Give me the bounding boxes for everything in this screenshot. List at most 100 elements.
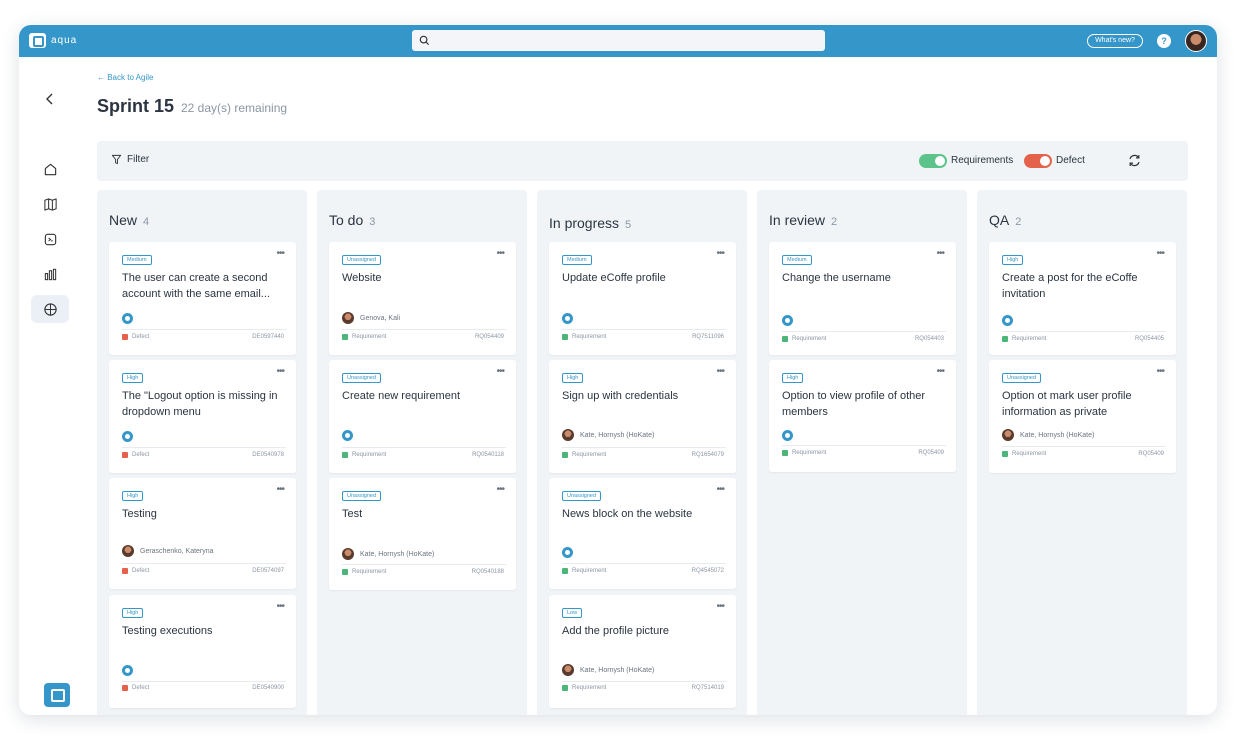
card-assignee[interactable] [342,430,353,441]
more-options-icon[interactable]: ••• [496,366,504,377]
assignee-avatar [342,312,354,324]
more-options-icon[interactable]: ••• [1156,248,1164,259]
aqua-footer-logo-icon[interactable] [44,683,70,707]
task-card[interactable]: High ••• The "Logout option is missing i… [109,360,296,473]
card-assignee[interactable] [782,315,793,326]
task-card[interactable]: Unassigned ••• Create new requirement Re… [329,360,516,473]
card-assignee[interactable] [782,430,793,441]
task-card[interactable]: Unassigned ••• Website Genova, Kali Requ… [329,242,516,355]
search-input[interactable] [412,30,825,51]
requirement-type-icon [562,334,568,340]
card-id: RQ054403 [914,336,944,342]
task-card[interactable]: High ••• Testing executions Defect DE054… [109,595,296,708]
sidebar-item-home[interactable] [31,155,69,183]
task-card[interactable]: Medium ••• Change the username Requireme… [769,242,956,355]
card-assignee[interactable] [562,547,573,558]
task-card[interactable]: High ••• Option to view profile of other… [769,360,956,472]
column-count: 3 [369,216,376,228]
card-assignee[interactable]: Kate, Hornysh (HoKate) [1002,429,1094,441]
sidebar [19,57,81,715]
card-divider [562,447,726,448]
more-options-icon[interactable]: ••• [276,484,284,495]
task-card[interactable]: Unassigned ••• Test Kate, Hornysh (HoKat… [329,478,516,590]
defect-type-icon [122,685,128,691]
more-options-icon[interactable]: ••• [716,484,724,495]
app-logo[interactable]: aqua [29,33,77,48]
more-options-icon[interactable]: ••• [716,601,724,612]
card-divider [342,329,506,330]
card-title: Change the username [782,272,891,284]
chevron-left-icon [46,93,53,105]
card-assignee[interactable]: Kate, Hornysh (HoKate) [562,429,654,441]
card-assignee[interactable] [122,665,133,676]
column-count: 2 [1015,216,1022,228]
filter-button[interactable]: Filter [111,154,149,165]
column-to-do: To do 3 Unassigned ••• Website Genova, Ka… [317,190,527,715]
card-assignee[interactable] [1002,315,1013,326]
sidebar-item-test[interactable] [31,225,69,253]
card-id: RQ1654079 [691,452,724,458]
card-footer: Requirement RQ05409 [1002,451,1164,457]
sidebar-item-map[interactable] [31,190,69,218]
column-count: 4 [143,216,150,228]
more-options-icon[interactable]: ••• [496,248,504,259]
task-card[interactable]: Medium ••• Update eCoffe profile Require… [549,242,736,355]
card-assignee[interactable]: Kate, Hornysh (HoKate) [342,548,434,560]
sidebar-collapse-button[interactable] [31,85,69,113]
card-divider [1002,331,1166,332]
task-card[interactable]: High ••• Create a post for the eCoffe in… [989,242,1176,355]
card-footer: Defect DE0540900 [122,685,284,691]
card-assignee[interactable] [122,431,133,442]
card-title: Create a post for the eCoffe invitation [1002,272,1138,300]
column-new: New 4 Medium ••• The user can create a se… [97,190,307,715]
card-assignee[interactable]: Genova, Kali [342,312,400,324]
card-title: Create new requirement [342,390,461,402]
task-card[interactable]: Unassigned ••• Option ot mark user profi… [989,360,1176,473]
defect-toggle[interactable] [1024,154,1052,168]
requirements-toggle[interactable] [919,154,947,168]
card-assignee[interactable]: Kate, Hornysh (HoKate) [562,664,654,676]
card-id: RQ4545072 [691,568,724,574]
priority-tag: High [1002,255,1024,265]
whats-new-button[interactable]: What's new? [1087,34,1143,48]
sidebar-item-agile[interactable] [31,295,69,323]
task-card[interactable]: Medium ••• The user can create a second … [109,242,296,355]
card-type: Requirement [572,568,607,574]
more-options-icon[interactable]: ••• [496,484,504,495]
help-icon[interactable]: ? [1157,34,1171,48]
card-assignee[interactable] [122,313,133,324]
column-in-review: In review 2 Medium ••• Change the usernam… [757,190,967,715]
more-options-icon[interactable]: ••• [716,248,724,259]
priority-tag: Unassigned [342,491,382,501]
card-divider [782,445,946,446]
card-footer: Defect DE0574097 [122,568,284,574]
more-options-icon[interactable]: ••• [1156,366,1164,377]
card-assignee[interactable] [562,313,573,324]
card-assignee[interactable]: Geraschenko, Kateryna [122,545,214,557]
more-options-icon[interactable]: ••• [276,366,284,377]
more-options-icon[interactable]: ••• [276,248,284,259]
refresh-button[interactable] [1127,153,1142,173]
requirement-type-icon [1002,451,1008,457]
task-card[interactable]: High ••• Sign up with credentials Kate, … [549,360,736,473]
more-options-icon[interactable]: ••• [716,366,724,377]
more-options-icon[interactable]: ••• [936,248,944,259]
back-to-agile-link[interactable]: ← Back to Agile [97,73,153,82]
card-footer: Requirement RQ054405 [1002,336,1164,342]
more-options-icon[interactable]: ••• [276,601,284,612]
card-title: Option ot mark user profile information … [1002,390,1132,418]
defect-type-icon [122,568,128,574]
card-id: DE0540900 [252,685,284,691]
card-footer: Requirement RQ054403 [782,336,944,342]
sidebar-item-reports[interactable] [31,260,69,288]
assignee-avatar [562,664,574,676]
unassigned-user-icon [562,313,573,324]
user-avatar[interactable] [1185,30,1207,52]
task-card[interactable]: Low ••• Add the profile picture Kate, Ho… [549,595,736,708]
priority-tag: Medium [122,255,152,265]
task-card[interactable]: Unassigned ••• News block on the website… [549,478,736,589]
more-options-icon[interactable]: ••• [936,366,944,377]
priority-tag: Unassigned [342,255,382,265]
requirement-type-icon [342,452,348,458]
task-card[interactable]: High ••• Testing Geraschenko, Kateryna D… [109,478,296,589]
